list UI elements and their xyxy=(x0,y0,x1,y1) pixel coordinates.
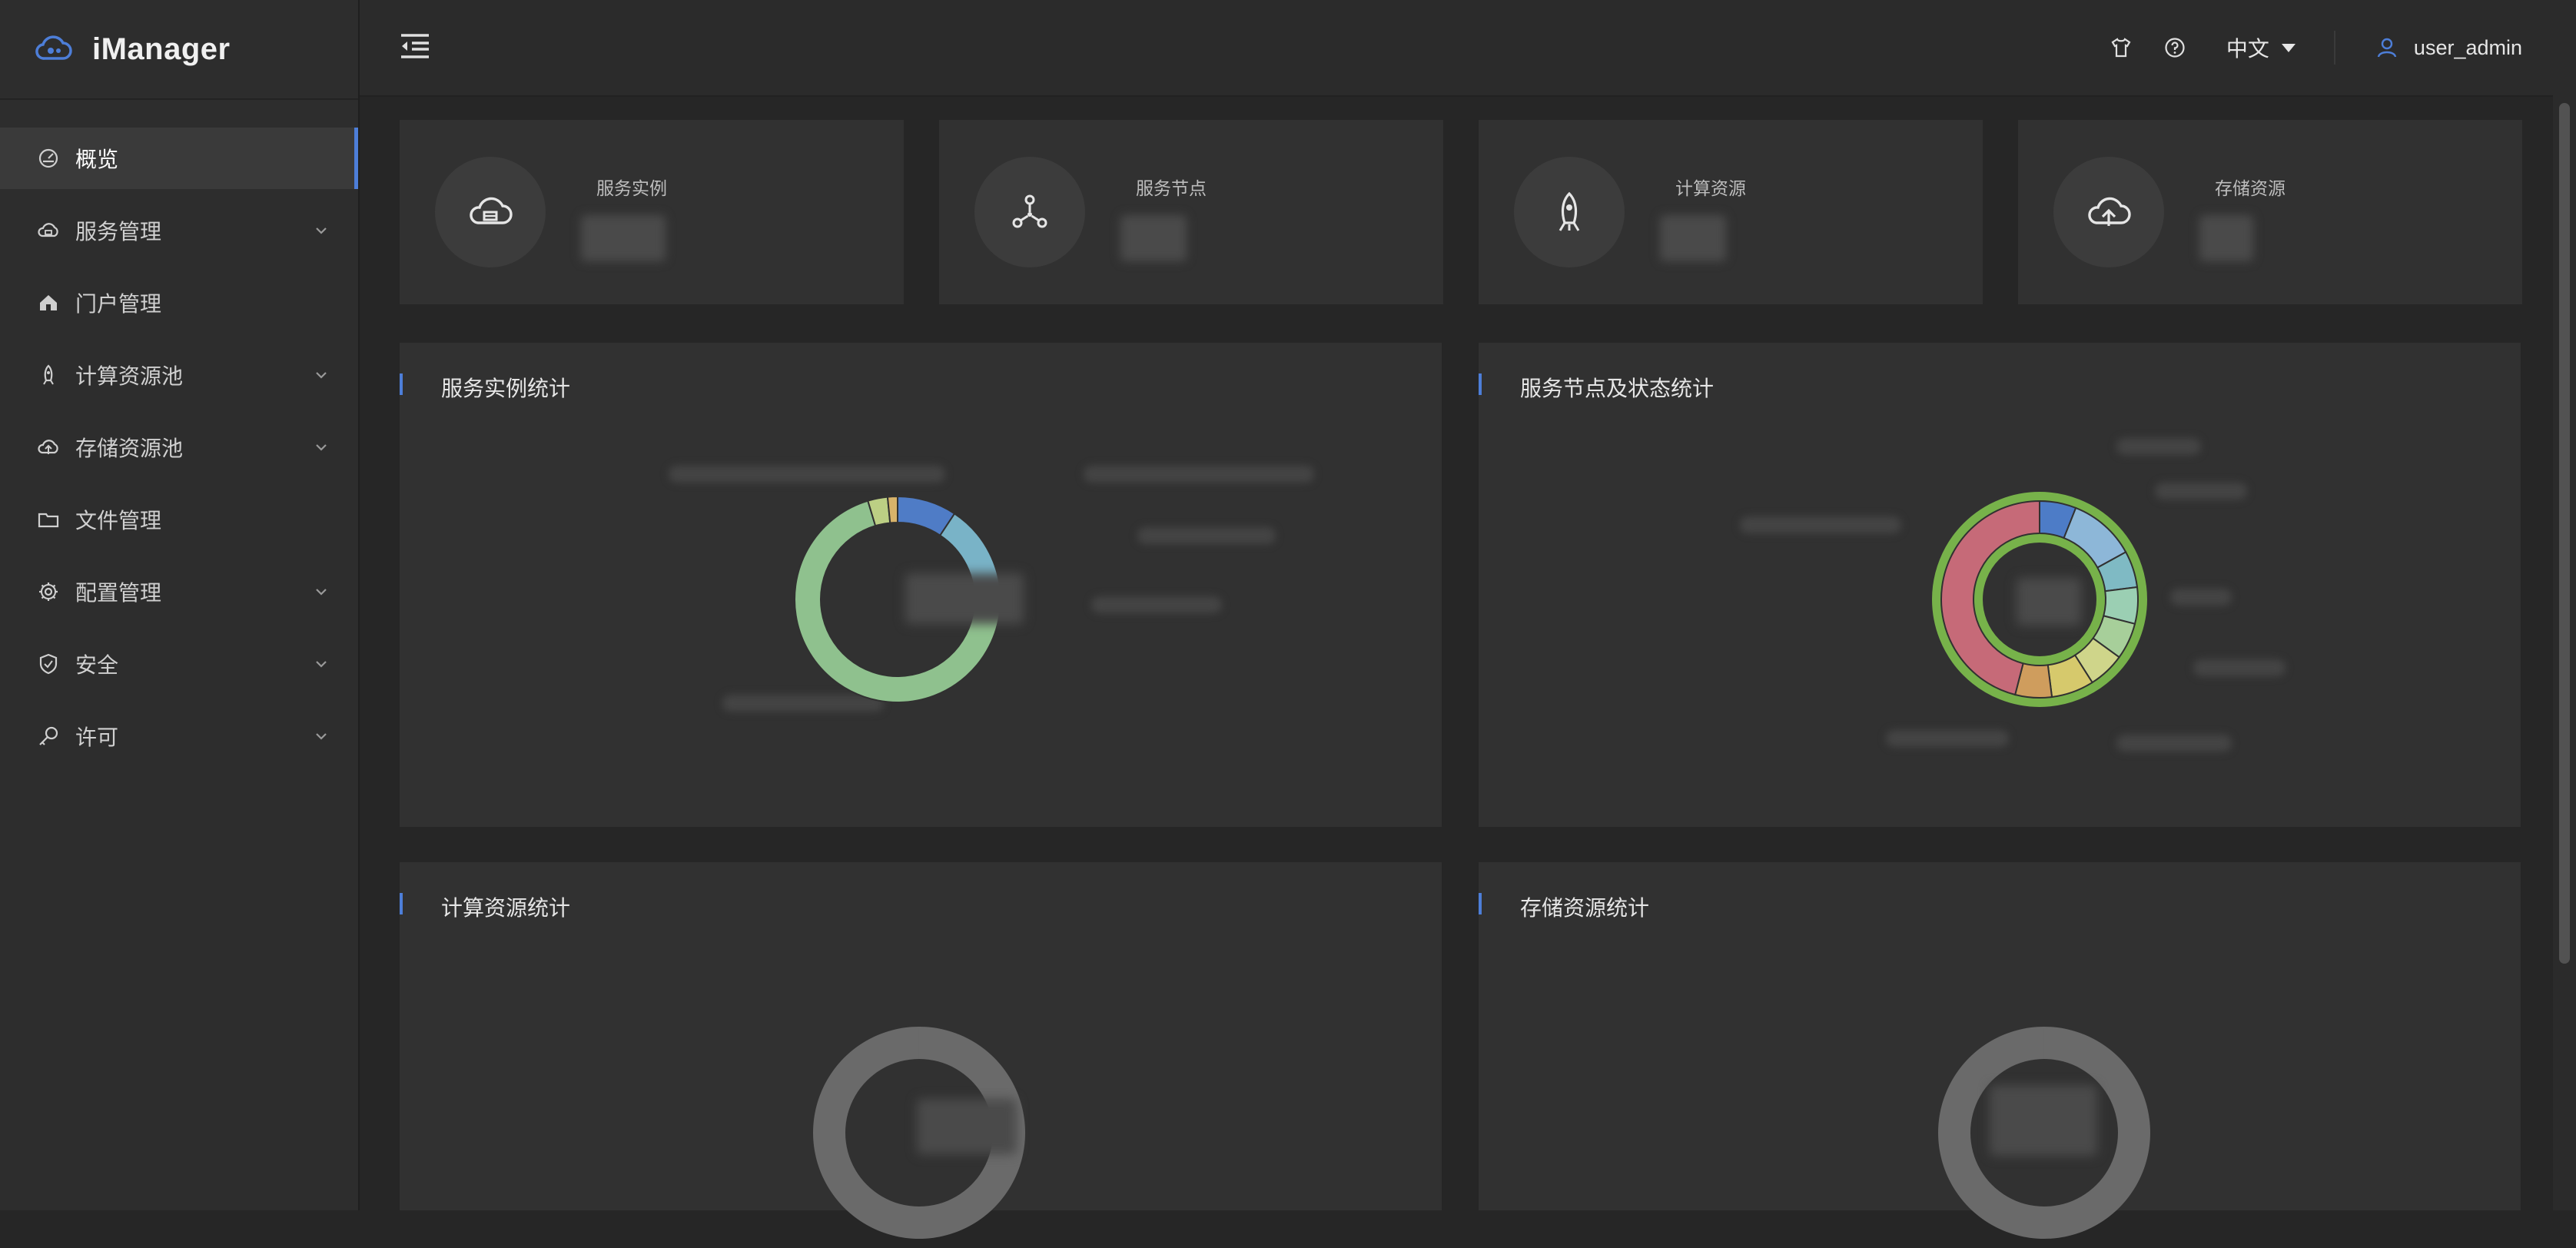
menu-collapse-icon[interactable] xyxy=(398,31,432,61)
donut-slice[interactable] xyxy=(886,495,898,524)
cloud-service-icon xyxy=(470,197,513,224)
chevron-down-icon xyxy=(316,372,327,379)
dashboard-icon xyxy=(38,148,58,168)
donut-center-value-redacted xyxy=(905,573,1024,624)
sidebar-item-label: 概览 xyxy=(75,148,119,171)
user-icon xyxy=(2377,38,2397,58)
legend-label-redacted xyxy=(1886,730,2009,747)
panel-title: 服务实例统计 xyxy=(441,377,571,400)
chevron-down-icon xyxy=(316,589,327,596)
help-icon[interactable] xyxy=(2163,36,2186,59)
legend-label-redacted xyxy=(1740,516,1901,533)
card-icon-wrap xyxy=(435,157,546,267)
sidebar-item-storage-pool[interactable]: 存储资源池 xyxy=(0,417,358,478)
sidebar-item-compute-pool[interactable]: 计算资源池 xyxy=(0,344,358,406)
folder-icon xyxy=(38,513,59,528)
legend-label-redacted xyxy=(2170,589,2232,606)
sidebar-item-portal-management[interactable]: 门户管理 xyxy=(0,272,358,334)
sidebar-item-overview[interactable]: 概览 xyxy=(0,128,358,189)
user-menu[interactable]: user_admin xyxy=(2375,36,2522,60)
sidebar-item-service-management[interactable]: 服务管理 xyxy=(0,200,358,261)
sidebar-item-label: 计算资源池 xyxy=(75,364,184,388)
panel-title: 计算资源统计 xyxy=(441,896,571,920)
sidebar-item-label: 配置管理 xyxy=(75,581,162,605)
sidebar-item-config-management[interactable]: 配置管理 xyxy=(0,561,358,622)
service-instances-panel: 服务实例统计 xyxy=(400,343,1442,827)
legend-label-redacted xyxy=(2116,438,2201,455)
chevron-down-icon xyxy=(316,444,327,451)
card-icon-wrap xyxy=(2053,157,2164,267)
legend-label-redacted xyxy=(2193,659,2286,676)
panel-title: 服务节点及状态统计 xyxy=(1520,377,1715,400)
chevron-down-icon xyxy=(316,733,327,740)
cloud-service-icon xyxy=(38,223,58,237)
card-value-redacted xyxy=(1120,215,1187,261)
sidebar-item-label: 安全 xyxy=(75,653,119,677)
header-actions: 中文 user_admin xyxy=(2079,0,2522,95)
rocket-icon xyxy=(43,364,54,385)
brand: iManager xyxy=(0,0,358,100)
caret-down-icon xyxy=(2281,43,2295,52)
compute-panel: 计算资源统计 xyxy=(400,862,1442,1239)
card-icon-wrap xyxy=(974,157,1085,267)
shirt-icon[interactable] xyxy=(2110,36,2133,59)
compute-resources-card[interactable]: 计算资源 xyxy=(1479,120,1983,304)
sidebar-item-file-management[interactable]: 文件管理 xyxy=(0,489,358,550)
card-value-redacted xyxy=(1660,215,1726,261)
card-label: 存储资源 xyxy=(2215,178,2286,198)
donut-center-value-redacted xyxy=(917,1099,1017,1154)
card-label: 服务实例 xyxy=(596,178,667,198)
cloud-upload-icon xyxy=(38,440,58,454)
sidebar-item-security[interactable]: 安全 xyxy=(0,633,358,695)
card-icon-wrap xyxy=(1514,157,1625,267)
user-name: user_admin xyxy=(2413,35,2522,59)
card-value-redacted xyxy=(2199,215,2253,261)
app-title: iManager xyxy=(92,32,231,66)
legend-label-redacted xyxy=(1091,596,1222,613)
node-icon xyxy=(1012,194,1047,228)
sidebar: iManager 概览 服务管理 门户管理 计算资源池 存储资源池 文件管理 配… xyxy=(0,0,360,1210)
chevron-down-icon xyxy=(316,227,327,234)
top-bar: 中文 user_admin xyxy=(360,0,2576,97)
scrollbar[interactable] xyxy=(2553,95,2576,1210)
panel-title: 存储资源统计 xyxy=(1520,896,1650,920)
sidebar-item-license[interactable]: 许可 xyxy=(0,705,358,767)
legend-label-redacted xyxy=(2155,483,2247,500)
scrollbar-thumb[interactable] xyxy=(2559,103,2570,964)
key-icon xyxy=(39,726,58,745)
service-nodes-panel: 服务节点及状态统计 xyxy=(1479,343,2521,827)
service-instances-card[interactable]: 服务实例 xyxy=(400,120,904,304)
cloud-logo-icon xyxy=(35,35,72,60)
card-value-redacted xyxy=(581,215,666,261)
sidebar-menu: 概览 服务管理 门户管理 计算资源池 存储资源池 文件管理 配置管理 安全 许可 xyxy=(0,128,358,767)
sidebar-item-label: 服务管理 xyxy=(75,220,162,244)
language-label: 中文 xyxy=(2226,37,2269,61)
storage-panel: 存储资源统计 xyxy=(1479,862,2521,1239)
card-label: 计算资源 xyxy=(1675,178,1746,198)
card-label: 服务节点 xyxy=(1136,178,1207,198)
cloud-upload-icon xyxy=(2088,197,2131,226)
storage-resources-card[interactable]: 存储资源 xyxy=(2018,120,2522,304)
legend-label-redacted xyxy=(2116,735,2232,752)
shield-icon xyxy=(39,653,58,675)
legend-label-redacted xyxy=(1084,466,1314,483)
service-nodes-card[interactable]: 服务节点 xyxy=(939,120,1443,304)
sidebar-item-label: 文件管理 xyxy=(75,509,162,533)
chevron-down-icon xyxy=(316,661,327,668)
legend-label-redacted xyxy=(1137,527,1276,544)
donut-center-value-redacted xyxy=(1990,1085,2097,1156)
legend-label-redacted xyxy=(669,466,945,483)
gear-icon xyxy=(39,583,58,601)
rocket-icon xyxy=(1559,191,1580,231)
sidebar-item-label: 门户管理 xyxy=(75,292,162,316)
home-icon xyxy=(40,295,57,310)
sidebar-item-label: 存储资源池 xyxy=(75,436,184,460)
sidebar-item-label: 许可 xyxy=(75,725,119,749)
language-select[interactable]: 中文 xyxy=(2226,32,2295,63)
header-divider xyxy=(2333,31,2335,65)
donut-center-value-redacted xyxy=(2017,578,2081,626)
